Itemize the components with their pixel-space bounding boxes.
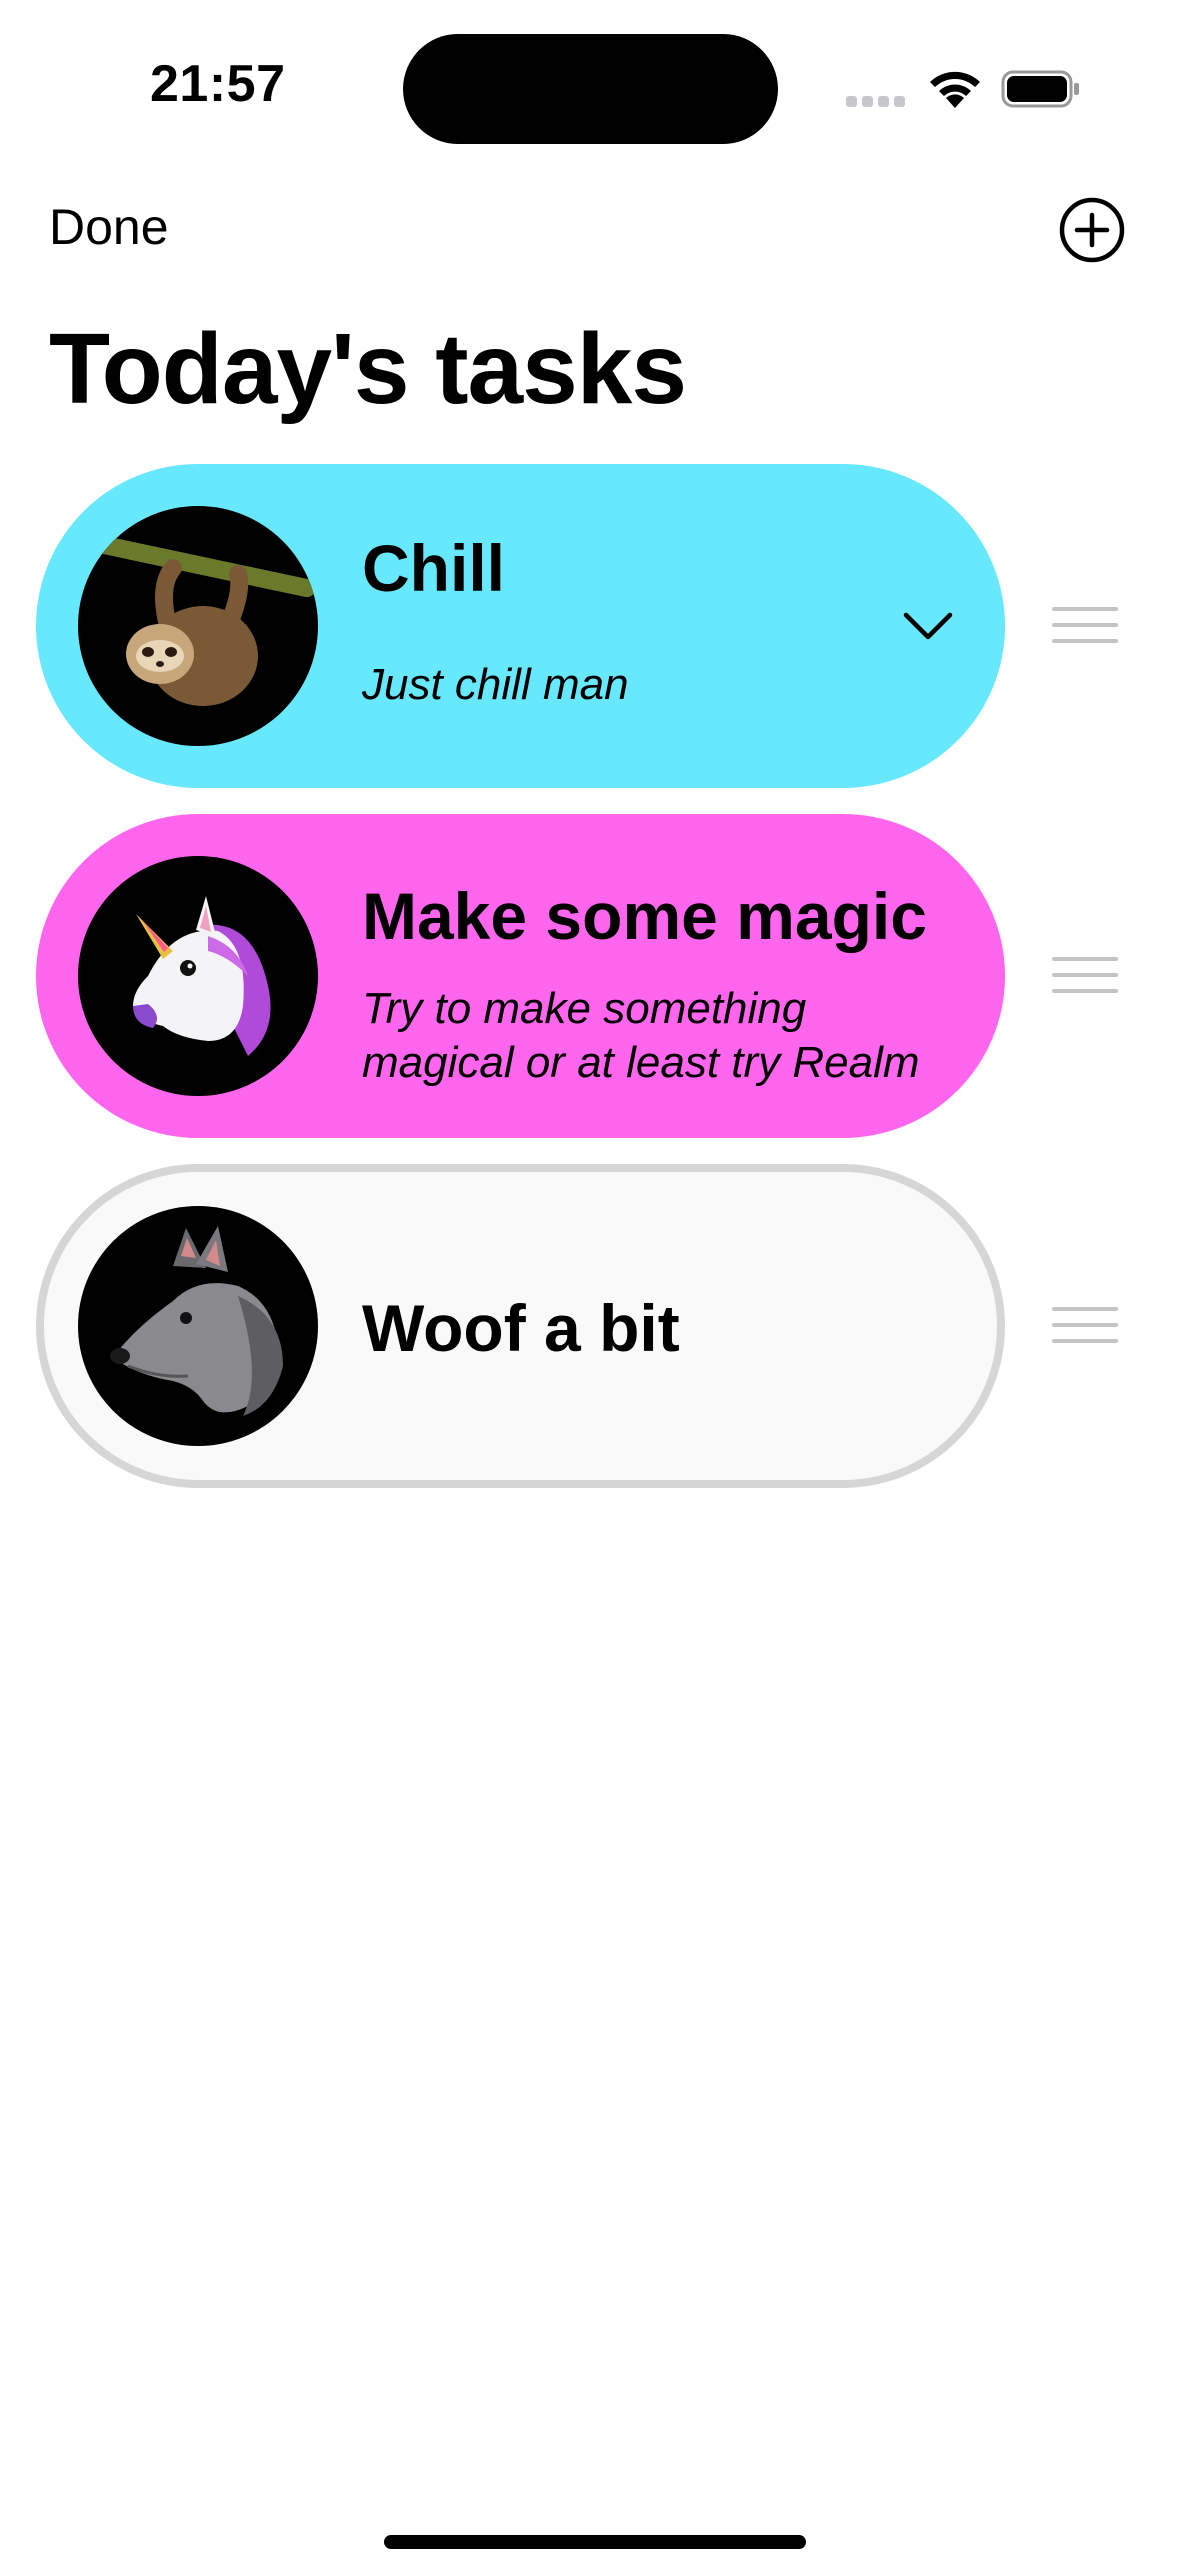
task-row-woof-a-bit[interactable]: Woof a bit (36, 1164, 1005, 1488)
task-subtitle: Try to make something magical or at leas… (362, 982, 920, 1090)
status-time: 21:57 (150, 55, 286, 113)
done-button[interactable]: Done (49, 198, 169, 256)
drag-handle-icon[interactable] (1052, 957, 1118, 995)
drag-handle-icon[interactable] (1052, 607, 1118, 645)
avatar (78, 506, 318, 746)
avatar (78, 1206, 318, 1446)
task-row-chill[interactable]: Chill Just chill man (36, 464, 1005, 788)
plus-circle-icon[interactable] (1058, 196, 1126, 264)
task-title: Woof a bit (362, 1291, 680, 1365)
sloth-icon (80, 532, 316, 706)
task-subtitle-line: magical or at least try Realm (362, 1038, 920, 1087)
wolf-icon (110, 1226, 283, 1416)
chevron-down-icon[interactable] (902, 610, 954, 642)
dynamic-island (403, 34, 778, 144)
avatar (78, 856, 318, 1096)
home-indicator[interactable] (384, 2535, 806, 2549)
battery-icon (1001, 70, 1079, 108)
task-title: Make some magic (362, 879, 927, 953)
task-title: Chill (362, 531, 505, 605)
unicorn-icon (133, 896, 271, 1056)
task-subtitle-line: Try to make something (362, 984, 807, 1033)
wifi-icon (930, 71, 980, 108)
screen: 21:57 Done Today's tasks Chill Just chil… (0, 0, 1179, 2556)
cellular-signal-icon (846, 96, 906, 108)
drag-handle-icon[interactable] (1052, 1307, 1118, 1345)
page-title: Today's tasks (49, 313, 687, 425)
task-subtitle: Just chill man (362, 660, 629, 709)
task-row-make-some-magic[interactable]: Make some magic Try to make something ma… (36, 814, 1005, 1138)
